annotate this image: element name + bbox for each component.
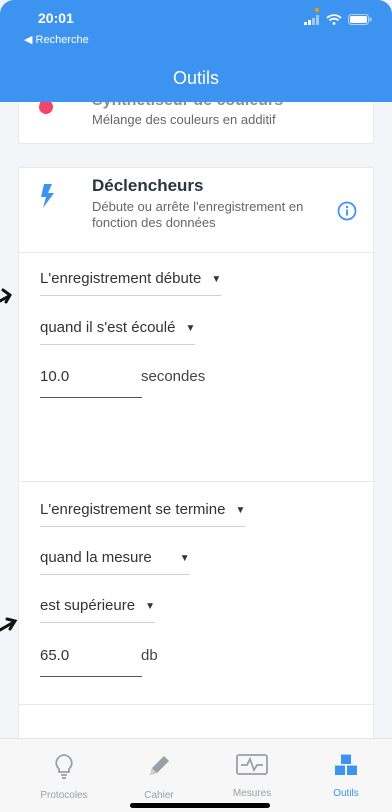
- tab-bar: Protocoles Cahier Mesures Outils: [0, 738, 392, 812]
- tab-outils[interactable]: Outils: [306, 753, 386, 799]
- cubes-icon: [335, 753, 357, 775]
- home-indicator[interactable]: [130, 803, 270, 808]
- start-time-unit: secondes: [141, 368, 206, 385]
- color-synth-card[interactable]: Synthétiseur de couleurs Mélange des cou…: [18, 102, 374, 144]
- info-icon[interactable]: [337, 201, 357, 221]
- pencil-icon: [150, 756, 169, 775]
- divider: [19, 481, 375, 482]
- caret-down-icon: ▼: [211, 273, 222, 285]
- color-synth-title: Synthétiseur de couleurs: [92, 102, 283, 110]
- start-mode-value: L'enregistrement débute: [40, 270, 202, 287]
- signal-icon: [304, 14, 319, 25]
- caret-down-icon: ▼: [235, 504, 246, 516]
- stop-threshold-underline: [40, 676, 142, 677]
- chart-icon: [236, 754, 268, 775]
- stop-condition-value: quand la mesure: [40, 549, 152, 566]
- start-condition-dropdown[interactable]: quand il s'est écoulé ▼: [40, 319, 196, 345]
- tab-label: Outils: [333, 788, 359, 799]
- tab-label: Protocoles: [40, 790, 88, 801]
- stop-threshold-unit: db: [141, 647, 158, 664]
- caret-down-icon: ▼: [145, 600, 155, 612]
- lightbulb-icon: [55, 754, 73, 779]
- caret-down-icon: ▼: [185, 322, 196, 334]
- triggers-title: Déclencheurs: [92, 176, 204, 195]
- stop-comparison-dropdown[interactable]: est supérieure ▼: [40, 597, 155, 623]
- tab-cahier[interactable]: Cahier: [119, 753, 199, 801]
- tab-protocoles[interactable]: Protocoles: [24, 753, 104, 801]
- lightning-icon: [41, 184, 54, 208]
- wifi-icon: [326, 14, 342, 25]
- triggers-description: Débute ou arrête l'enregistrement en fon…: [92, 199, 304, 230]
- tab-label: Mesures: [232, 788, 272, 799]
- color-synth-subtitle: Mélange des couleurs en additif: [92, 112, 276, 127]
- stop-condition-dropdown[interactable]: quand la mesure ▼: [40, 549, 190, 575]
- privacy-indicator-dot: [315, 8, 319, 12]
- tools-list[interactable]: Synthétiseur de couleurs Mélange des cou…: [0, 102, 392, 738]
- caret-down-icon: ▼: [179, 552, 190, 564]
- back-to-search-link[interactable]: ◀ Recherche: [24, 33, 89, 46]
- divider: [19, 252, 375, 253]
- app-header: 20:01 ◀ Recherche Outils: [0, 0, 392, 102]
- status-icons: [304, 14, 372, 25]
- annotation-arrow: [0, 617, 18, 632]
- tab-label: Cahier: [144, 790, 174, 801]
- status-time: 20:01: [38, 10, 74, 26]
- stop-mode-dropdown[interactable]: L'enregistrement se termine ▼: [40, 501, 246, 527]
- divider: [19, 704, 375, 705]
- annotation-arrow: [0, 288, 12, 304]
- tab-mesures[interactable]: Mesures: [212, 753, 292, 799]
- battery-icon: [348, 14, 372, 25]
- stop-comparison-value: est supérieure: [40, 597, 136, 614]
- triggers-card: Déclencheurs Débute ou arrête l'enregist…: [18, 167, 375, 738]
- start-time-input[interactable]: 10.0: [40, 368, 69, 385]
- stop-mode-value: L'enregistrement se termine: [40, 501, 226, 518]
- start-time-underline: [40, 397, 142, 398]
- color-drop-icon: [37, 102, 55, 116]
- page-title: Outils: [172, 68, 219, 88]
- start-condition-value: quand il s'est écoulé: [40, 319, 176, 336]
- start-mode-dropdown[interactable]: L'enregistrement débute ▼: [40, 270, 222, 296]
- stop-threshold-input[interactable]: 65.0: [40, 647, 69, 664]
